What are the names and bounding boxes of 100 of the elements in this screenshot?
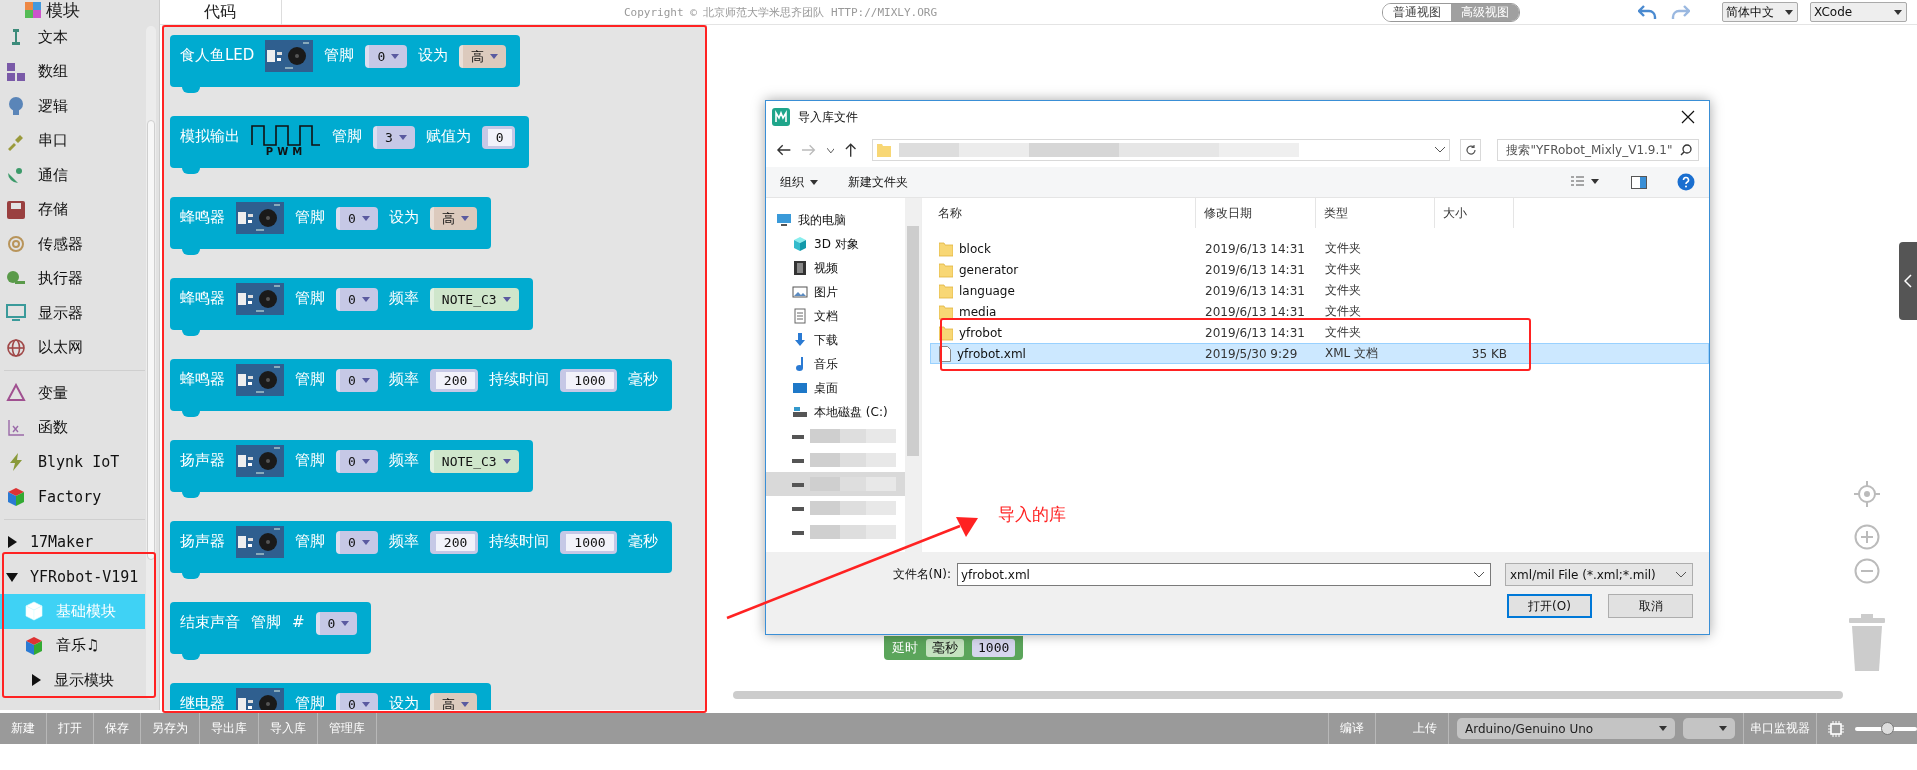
block-dropdown[interactable]: 0 bbox=[336, 207, 378, 230]
nav-item[interactable]: 视频 bbox=[766, 256, 906, 280]
help-icon[interactable] bbox=[1677, 173, 1695, 191]
search-field[interactable]: 搜索"YFRobot_Mixly_V1.9.1" bbox=[1497, 139, 1699, 161]
chip-icon[interactable] bbox=[1827, 719, 1845, 738]
dialog-button[interactable]: 取消 bbox=[1608, 594, 1693, 618]
tree-item[interactable]: 音乐♫ bbox=[0, 628, 145, 663]
category-item[interactable]: 存储 bbox=[0, 192, 145, 227]
block-dropdown[interactable]: 0 bbox=[336, 288, 378, 311]
category-item[interactable]: 变量 bbox=[0, 376, 145, 411]
nav-item[interactable]: 文档 bbox=[766, 304, 906, 328]
block-dropdown[interactable]: 3 bbox=[373, 126, 415, 149]
block-dropdown[interactable]: 0 bbox=[315, 612, 358, 635]
category-item[interactable]: 通信 bbox=[0, 158, 145, 193]
expanded-arrow-icon[interactable] bbox=[6, 570, 18, 583]
block-dropdown[interactable]: 0 bbox=[336, 531, 378, 554]
preview-pane-icon[interactable] bbox=[1631, 175, 1647, 189]
block-dropdown[interactable]: 高 bbox=[429, 693, 477, 710]
delay-block[interactable]: 延时 毫秒 1000 bbox=[884, 636, 1024, 660]
scrollbar-track[interactable] bbox=[146, 26, 156, 700]
port-select[interactable] bbox=[1683, 718, 1735, 739]
organize-menu[interactable]: 组织 bbox=[780, 173, 818, 191]
number-field[interactable]: 0 bbox=[481, 126, 515, 149]
block-dropdown[interactable]: NOTE_C3 bbox=[429, 288, 519, 311]
forward-arrow-icon[interactable] bbox=[801, 143, 817, 157]
scrollbar-thumb[interactable] bbox=[147, 120, 155, 560]
category-item[interactable]: Factory bbox=[0, 479, 145, 514]
block-label: 频率 bbox=[388, 450, 419, 470]
language-select[interactable]: 简体中文 bbox=[1722, 2, 1799, 22]
category-item[interactable]: 串口 bbox=[0, 123, 145, 158]
column-header[interactable]: 大小 bbox=[1435, 198, 1514, 228]
up-arrow-icon[interactable] bbox=[844, 142, 858, 158]
zoom-in-icon[interactable] bbox=[1854, 524, 1880, 550]
category-item[interactable]: 执行器 bbox=[0, 261, 145, 296]
nav-item[interactable]: 我的电脑 bbox=[766, 208, 906, 232]
block-dropdown[interactable]: 0 bbox=[336, 693, 378, 710]
nav-item[interactable]: 3D 对象 bbox=[766, 232, 906, 256]
redo-icon[interactable] bbox=[1670, 4, 1691, 20]
nav-item[interactable]: 图片 bbox=[766, 280, 906, 304]
refresh-button[interactable] bbox=[1460, 139, 1482, 161]
file-row[interactable]: language 2019/6/13 14:31 文件夹 bbox=[930, 280, 1709, 301]
undo-icon[interactable] bbox=[1638, 4, 1659, 20]
board-select[interactable]: Arduino/Genuino Uno bbox=[1457, 718, 1675, 739]
file-row[interactable]: yfrobot 2019/6/13 14:31 文件夹 bbox=[930, 322, 1709, 343]
number-field[interactable]: 1000 bbox=[560, 531, 617, 554]
block-dropdown[interactable]: 0 bbox=[336, 450, 378, 473]
category-item[interactable]: 文本 bbox=[0, 20, 145, 55]
nav-item[interactable]: 本地磁盘 (C:) bbox=[766, 400, 906, 424]
theme-select[interactable]: XCode bbox=[1810, 2, 1908, 22]
number-field[interactable]: 1000 bbox=[560, 369, 617, 392]
tree-item[interactable]: 显示模块 bbox=[0, 663, 145, 698]
file-row[interactable]: media 2019/6/13 14:31 文件夹 bbox=[930, 301, 1709, 322]
category-item[interactable]: 函数 bbox=[0, 410, 145, 445]
code-tab[interactable]: 代码 bbox=[160, 0, 282, 25]
column-header[interactable]: 修改日期 bbox=[1196, 198, 1316, 228]
category-item[interactable]: 显示器 bbox=[0, 296, 145, 331]
category-item[interactable]: Blynk IoT bbox=[0, 445, 145, 480]
block-dropdown[interactable]: 0 bbox=[336, 369, 378, 392]
nav-item[interactable]: 音乐 bbox=[766, 352, 906, 376]
column-header[interactable]: 类型 bbox=[1316, 198, 1435, 228]
block-dropdown[interactable]: 0 bbox=[365, 45, 408, 68]
zoom-out-icon[interactable] bbox=[1854, 558, 1880, 584]
collapsed-arrow-icon[interactable] bbox=[30, 674, 42, 687]
view-options-icon[interactable] bbox=[1571, 176, 1601, 188]
number-field[interactable]: 200 bbox=[429, 369, 479, 392]
nav-item[interactable]: 下载 bbox=[766, 328, 906, 352]
dialog-button[interactable]: 打开(O) bbox=[1507, 594, 1592, 618]
slider-thumb[interactable] bbox=[1881, 721, 1895, 735]
column-header[interactable]: 名称 bbox=[930, 198, 1196, 228]
filename-field[interactable]: yfrobot.xml bbox=[957, 563, 1491, 586]
block-dropdown[interactable]: NOTE_C3 bbox=[429, 450, 519, 473]
category-item[interactable]: 数组 bbox=[0, 54, 145, 89]
category-item[interactable]: 逻辑 bbox=[0, 89, 145, 124]
nav-item[interactable]: 桌面 bbox=[766, 376, 906, 400]
caret-icon[interactable] bbox=[826, 147, 835, 153]
tree-item[interactable]: YFRobot-V191 bbox=[0, 559, 145, 594]
scrollbar-thumb[interactable] bbox=[907, 226, 919, 456]
new-folder-button[interactable]: 新建文件夹 bbox=[848, 173, 908, 191]
address-field[interactable] bbox=[871, 139, 1451, 161]
collapsed-arrow-icon[interactable] bbox=[6, 536, 18, 549]
panel-toggle-tab[interactable] bbox=[1899, 242, 1917, 320]
tree-item[interactable]: 17Maker bbox=[0, 525, 145, 560]
file-type-select[interactable]: xml/mil File (*.xml;*.mil) bbox=[1505, 563, 1693, 586]
block-dropdown[interactable]: 毫秒 bbox=[926, 639, 964, 657]
file-row[interactable]: block 2019/6/13 14:31 文件夹 bbox=[930, 238, 1709, 259]
scrollbar[interactable] bbox=[733, 691, 1843, 699]
block-dropdown[interactable]: 高 bbox=[429, 207, 477, 230]
target-icon[interactable] bbox=[1854, 481, 1880, 507]
scrollbar-track[interactable] bbox=[905, 198, 921, 552]
category-item[interactable]: 传感器 bbox=[0, 227, 145, 262]
file-row[interactable]: yfrobot.xml 2019/5/30 9:29 XML 文档 35 KB bbox=[930, 343, 1709, 364]
back-arrow-icon[interactable] bbox=[776, 143, 792, 157]
number-field[interactable]: 1000 bbox=[972, 639, 1016, 657]
block-dropdown[interactable]: 高 bbox=[459, 45, 507, 68]
caret-icon[interactable] bbox=[1435, 147, 1446, 153]
file-row[interactable]: generator 2019/6/13 14:31 文件夹 bbox=[930, 259, 1709, 280]
close-icon[interactable] bbox=[1681, 110, 1695, 124]
number-field[interactable]: 200 bbox=[429, 531, 479, 554]
trash-icon[interactable] bbox=[1847, 614, 1887, 672]
category-item[interactable]: 以太网 bbox=[0, 330, 145, 365]
